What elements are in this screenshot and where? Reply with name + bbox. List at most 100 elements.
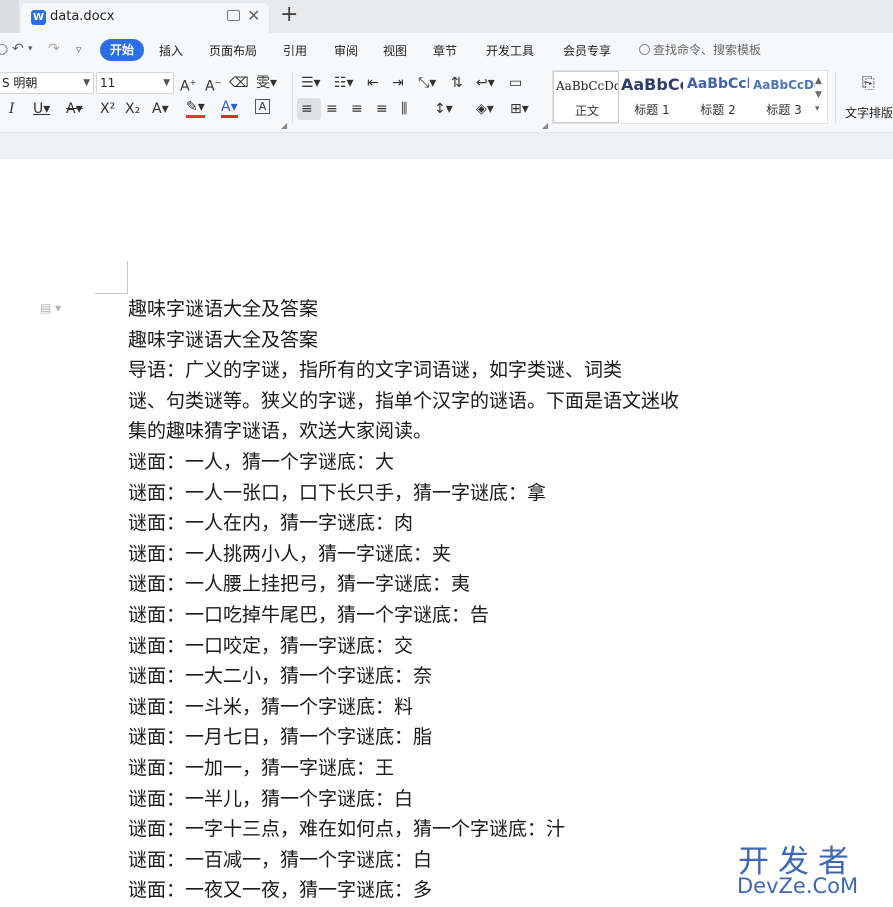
margin-marker <box>127 261 128 294</box>
italic-icon[interactable]: I <box>9 99 15 119</box>
ribbon-separator <box>835 72 836 124</box>
shading-icon[interactable]: ◈▾ <box>476 99 494 119</box>
undo-icon[interactable]: ↶ <box>12 41 24 57</box>
menu-view[interactable]: 视图 <box>383 42 407 59</box>
numbering-icon[interactable]: ☷▾ <box>334 73 354 93</box>
document-tab-title: data.docx <box>50 9 115 24</box>
increase-indent-icon[interactable]: ⇥ <box>392 73 404 93</box>
toolbar-document-gap <box>0 132 893 159</box>
font-dialog-icon[interactable]: ◢ <box>281 121 287 130</box>
document-line[interactable]: 谜面：一大二小，猜一个字谜底：奈 <box>128 661 748 692</box>
style-name: 正文 <box>574 104 599 118</box>
style-sample: AaBbCcD <box>687 76 749 92</box>
new-tab-icon[interactable]: + <box>280 2 298 27</box>
style-normal[interactable]: AaBbCcDd 正文 <box>553 71 619 123</box>
document-page[interactable]: ▤ ▾ 趣味字谜语大全及答案 趣味字谜语大全及答案 导语：广义的字谜，指所有的文字词… <box>0 159 893 907</box>
phonetic-guide-icon[interactable]: 雯▾ <box>256 73 277 93</box>
style-heading-3[interactable]: AaBbCcDd 标题 3 <box>751 71 817 123</box>
menu-insert[interactable]: 插入 <box>159 42 183 59</box>
document-line[interactable]: 谜面：一半儿，猜一个字谜底：白 <box>128 784 748 815</box>
line-spacing-icon[interactable]: ↕▾ <box>434 99 453 119</box>
text-layout-icon[interactable]: ⎘ <box>862 73 875 93</box>
align-right-icon[interactable]: ≡ <box>351 99 363 119</box>
document-line[interactable]: 谜面：一加一，猜一字谜底：王 <box>128 753 748 784</box>
font-name-value: S 明朝 <box>2 76 38 90</box>
document-line[interactable]: 谜面：一口吃掉牛尾巴，猜一个字谜底：告 <box>128 600 748 631</box>
previous-tab[interactable] <box>0 0 19 33</box>
document-line[interactable]: 谜面：一人，猜一个字谜底：大 <box>128 447 748 478</box>
document-body[interactable]: 趣味字谜语大全及答案 趣味字谜语大全及答案 导语：广义的字谜，指所有的文字词语谜，如… <box>128 294 748 906</box>
text-layout-button[interactable]: 文字排版 <box>845 104 893 121</box>
style-gallery-scroll[interactable]: ▲ ▼ ▾ <box>815 74 822 116</box>
document-tab[interactable]: W data.docx ✕ <box>21 3 269 33</box>
style-sample: AaBbCcDd <box>753 78 815 92</box>
chevron-down-icon[interactable]: ▼ <box>815 88 822 102</box>
shrink-font-icon[interactable]: A− <box>205 73 221 97</box>
document-line[interactable]: 谜面：一人挑两小人，猜一字谜底：夹 <box>128 539 748 570</box>
document-line[interactable]: 谜面：一月七日，猜一个字谜底：脂 <box>128 722 748 753</box>
subscript-icon[interactable]: X₂ <box>125 99 140 119</box>
font-size-select[interactable]: 11 ▼ <box>96 72 174 94</box>
underline-icon[interactable]: U▾ <box>33 99 50 119</box>
redo-icon[interactable]: ↷ <box>48 41 60 57</box>
align-center-icon[interactable]: ≡ <box>326 99 338 119</box>
tab-window-icon[interactable] <box>227 10 240 21</box>
highlight-icon[interactable]: ✎▾ <box>186 99 205 118</box>
menu-member[interactable]: 会员专享 <box>563 42 611 59</box>
menu-review[interactable]: 审阅 <box>334 42 358 59</box>
menu-developer[interactable]: 开发工具 <box>486 42 534 59</box>
font-name-select[interactable]: S 明朝 ▼ <box>0 72 94 94</box>
document-title-line[interactable]: 趣味字谜语大全及答案 <box>128 325 748 356</box>
justify-icon[interactable]: ≡ <box>376 99 388 119</box>
char-border-icon[interactable]: A <box>255 99 270 114</box>
strikethrough-icon[interactable]: A▾ <box>66 99 83 119</box>
document-line[interactable]: 谜、句类谜等。狭义的字谜，指单个汉字的谜语。下面是语文迷收 <box>128 386 748 417</box>
document-line[interactable]: 谜面：一口咬定，猜一字谜底：交 <box>128 631 748 662</box>
bullets-icon[interactable]: ☰▾ <box>301 73 321 93</box>
document-line[interactable]: 谜面：一斗米，猜一个字谜底：料 <box>128 692 748 723</box>
paragraph-dialog-icon[interactable]: ◢ <box>542 121 548 130</box>
document-line[interactable]: 谜面：一字十三点，难在如何点，猜一个字谜底：汁 <box>128 814 748 845</box>
document-line[interactable]: 导语：广义的字谜，指所有的文字词语谜，如字类谜、词类 <box>128 355 748 386</box>
search-quick-icon[interactable]: ○ <box>0 41 8 57</box>
table-grid-icon[interactable]: ▭ <box>509 73 522 93</box>
font-color-icon[interactable]: A▾ <box>221 99 238 118</box>
chevron-down-icon: ▼ <box>83 78 90 88</box>
chevron-down-icon: ▼ <box>163 78 170 88</box>
watermark-url: DevZe.CoM <box>737 874 859 898</box>
document-line[interactable]: 谜面：一人腰上挂把弓，猜一字谜底：夷 <box>128 569 748 600</box>
customize-quick-access-icon[interactable]: ▿ <box>76 43 82 56</box>
menu-page-layout[interactable]: 页面布局 <box>209 42 257 59</box>
style-heading-1[interactable]: AaBbCc 标题 1 <box>619 71 685 123</box>
style-heading-2[interactable]: AaBbCcD 标题 2 <box>685 71 751 123</box>
borders-icon[interactable]: ⊞▾ <box>510 99 529 119</box>
document-line[interactable]: 谜面：一人一张口，口下长只手，猜一字谜底：拿 <box>128 478 748 509</box>
chinese-layout-icon[interactable]: ⤡▾ <box>418 73 436 93</box>
document-line[interactable]: 谜面：一百减一，猜一个字谜底：白 <box>128 845 748 876</box>
command-search[interactable]: 查找命令、搜索模板 <box>639 41 761 58</box>
document-line[interactable]: 谜面：一夜又一夜，猜一字谜底：多 <box>128 875 748 906</box>
menu-home[interactable]: 开始 <box>100 39 144 61</box>
ribbon-separator <box>292 72 293 124</box>
undo-dropdown-icon[interactable]: ▾ <box>28 44 33 54</box>
document-line[interactable]: 谜面：一人在内，猜一字谜底：肉 <box>128 508 748 539</box>
superscript-icon[interactable]: X² <box>100 99 115 119</box>
grow-font-icon[interactable]: A+ <box>180 73 196 97</box>
paragraph-handle-icon[interactable]: ▤ ▾ <box>40 301 61 315</box>
more-icon[interactable]: ▾ <box>815 102 822 116</box>
align-left-icon[interactable]: ≡ <box>301 99 313 119</box>
text-effect-icon[interactable]: A▾ <box>152 99 169 119</box>
menu-bar: ○ ↶ ▾ ↷ ▿ 开始 插入 页面布局 引用 审阅 视图 章节 开发工具 会员… <box>0 33 893 66</box>
show-hide-marks-icon[interactable]: ↩▾ <box>476 73 495 93</box>
chevron-up-icon[interactable]: ▲ <box>815 74 822 88</box>
clear-format-icon[interactable]: ⌫ <box>229 73 249 93</box>
close-tab-icon[interactable]: ✕ <box>247 6 260 25</box>
menu-section[interactable]: 章节 <box>433 42 457 59</box>
menu-references[interactable]: 引用 <box>283 42 307 59</box>
sort-icon[interactable]: ⇅ <box>451 73 463 93</box>
distributed-icon[interactable]: ⫼ <box>401 99 407 119</box>
style-name: 标题 3 <box>766 103 802 117</box>
document-line[interactable]: 集的趣味猜字谜语，欢送大家阅读。 <box>128 416 748 447</box>
document-title-line[interactable]: 趣味字谜语大全及答案 <box>128 294 748 325</box>
decrease-indent-icon[interactable]: ⇤ <box>367 73 379 93</box>
